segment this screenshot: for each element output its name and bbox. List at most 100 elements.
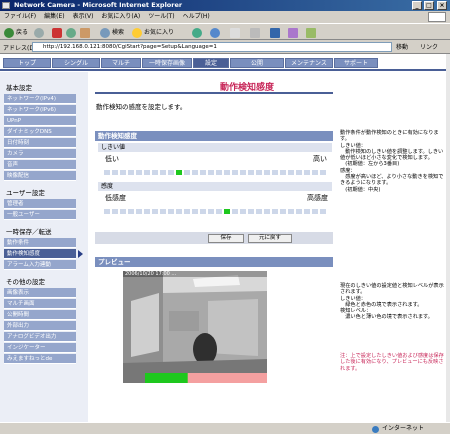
level-indicator — [224, 209, 230, 214]
ie-icon — [2, 2, 10, 9]
office-scene-image — [123, 271, 267, 383]
menu-view[interactable]: 表示(V) — [69, 11, 98, 23]
level-segment — [136, 209, 142, 214]
title-divider — [95, 92, 333, 94]
level-segment — [232, 209, 238, 214]
level-segment — [320, 209, 326, 214]
tab-single[interactable]: シングル — [52, 58, 100, 68]
sidebar-item-external-output[interactable]: 外部出力 — [4, 321, 76, 331]
history-icon — [210, 27, 220, 38]
sidebar-item-motion-sensitivity[interactable]: 動作検知感度 — [4, 249, 76, 259]
level-segment — [112, 209, 118, 214]
level-segment — [200, 170, 206, 175]
go-button[interactable]: 移動 — [396, 42, 408, 51]
forward-button[interactable] — [34, 27, 46, 38]
sidebar-item-video[interactable]: 映像配信 — [4, 171, 76, 181]
favorites-button[interactable]: お気に入り — [132, 27, 174, 38]
media-button[interactable] — [192, 27, 204, 38]
edit-button[interactable] — [270, 27, 282, 38]
sidebar-item-ddns[interactable]: ダイナミックDNS — [4, 127, 76, 137]
sidebar-item-network-ipv4[interactable]: ネットワーク(IPv4) — [4, 94, 76, 104]
links-button[interactable]: リンク — [420, 42, 438, 51]
close-button[interactable]: × — [437, 1, 447, 10]
tab-buffered-images[interactable]: 一時保存画像 — [142, 58, 192, 68]
maximize-button[interactable]: □ — [424, 1, 434, 10]
sidebar-item-admin[interactable]: 管理者 — [4, 199, 76, 209]
window-title: Network Camera - Microsoft Internet Expl… — [14, 1, 183, 9]
sidebar-item-image-display[interactable]: 画像表示 — [4, 288, 76, 298]
sidebar-item-upnp[interactable]: UPnP — [4, 116, 76, 126]
sidebar-item-public-time[interactable]: 公開時間 — [4, 310, 76, 320]
search-icon — [100, 27, 110, 38]
level-segment — [104, 209, 110, 214]
mail-button[interactable] — [230, 27, 242, 38]
minimize-button[interactable]: _ — [412, 1, 422, 10]
level-segment — [160, 170, 166, 175]
save-button[interactable]: 保存 — [208, 234, 244, 243]
menu-edit[interactable]: 編集(E) — [40, 11, 68, 23]
status-zone: インターネット — [382, 425, 425, 432]
threshold-slider[interactable] — [104, 170, 330, 176]
star-icon — [132, 27, 142, 38]
menu-tools[interactable]: ツール(T) — [144, 11, 178, 23]
level-segment — [240, 170, 246, 175]
sensitivity-slider[interactable] — [104, 209, 330, 215]
history-button[interactable] — [210, 27, 222, 38]
level-segment — [216, 209, 222, 214]
level-indicator — [176, 170, 182, 175]
level-segment — [288, 170, 294, 175]
home-button[interactable] — [80, 27, 92, 38]
vertical-scrollbar[interactable] — [446, 54, 450, 422]
camera-preview-image: 2006/10/20 17:00 ... — [123, 271, 267, 383]
sidebar-item-network-ipv6[interactable]: ネットワーク(IPv6) — [4, 105, 76, 115]
tab-top[interactable]: トップ — [3, 58, 51, 68]
sensitivity-high-label: 高感度 — [307, 194, 328, 202]
refresh-icon — [66, 27, 76, 38]
tab-multi[interactable]: マルチ — [101, 58, 141, 68]
reset-button[interactable]: 元に戻す — [248, 234, 292, 243]
stop-button[interactable] — [52, 27, 64, 38]
level-segment — [208, 170, 214, 175]
level-segment — [320, 170, 326, 175]
detection-level-bar — [145, 373, 267, 383]
sidebar-item-multi-screen[interactable]: マルチ画面 — [4, 299, 76, 309]
tab-maintenance[interactable]: メンテナンス — [285, 58, 333, 68]
tab-public[interactable]: 公開 — [230, 58, 284, 68]
tab-support[interactable]: サポート — [334, 58, 378, 68]
level-segment — [168, 209, 174, 214]
sidebar-item-datetime[interactable]: 日付時刻 — [4, 138, 76, 148]
level-segment — [168, 170, 174, 175]
refresh-button[interactable] — [66, 27, 78, 38]
sidebar-item-analog-video[interactable]: アナログビデオ出力 — [4, 332, 76, 342]
sidebar-heading-buffer: 一時保存／転送 — [6, 228, 52, 236]
browser-toolbar: 戻る 検索 お気に入り — [0, 23, 450, 40]
sidebar-item-indicator[interactable]: インジケーター — [4, 343, 76, 353]
internet-zone-icon — [372, 426, 379, 433]
sidebar-item-general-user[interactable]: 一般ユーザー — [4, 210, 76, 220]
sidebar-item-operating-conditions[interactable]: 動作条件 — [4, 238, 76, 248]
level-segment — [248, 209, 254, 214]
sidebar-item-audio[interactable]: 音声 — [4, 160, 76, 170]
tab-setup[interactable]: 設定 — [193, 58, 229, 68]
print-button[interactable] — [250, 27, 262, 38]
address-input[interactable]: http://192.168.0.121:8080/CgiStart?page=… — [32, 42, 392, 52]
level-segment — [184, 209, 190, 214]
back-button[interactable]: 戻る — [4, 27, 28, 38]
print-icon — [250, 27, 260, 38]
threshold-high-label: 高い — [313, 155, 327, 163]
menu-file[interactable]: ファイル(F) — [0, 11, 40, 23]
menu-help[interactable]: ヘルプ(H) — [179, 11, 214, 23]
sidebar-item-alarm-input[interactable]: アラーム入力連動 — [4, 260, 76, 270]
sidebar-item-camera[interactable]: カメラ — [4, 149, 76, 159]
messenger-button[interactable] — [306, 27, 318, 38]
address-bar: アドレス(D) http://192.168.0.121:8080/CgiSta… — [0, 40, 450, 54]
home-icon — [80, 27, 90, 38]
section-header-preview: プレビュー — [95, 257, 333, 267]
discuss-button[interactable] — [288, 27, 300, 38]
menu-favorites[interactable]: お気に入り(A) — [97, 11, 144, 23]
back-arrow-icon — [4, 27, 14, 38]
sidebar-item-miemasu-net[interactable]: みえますねっとde — [4, 354, 76, 364]
search-button[interactable]: 検索 — [100, 27, 124, 38]
level-segment — [144, 209, 150, 214]
level-segment — [304, 170, 310, 175]
